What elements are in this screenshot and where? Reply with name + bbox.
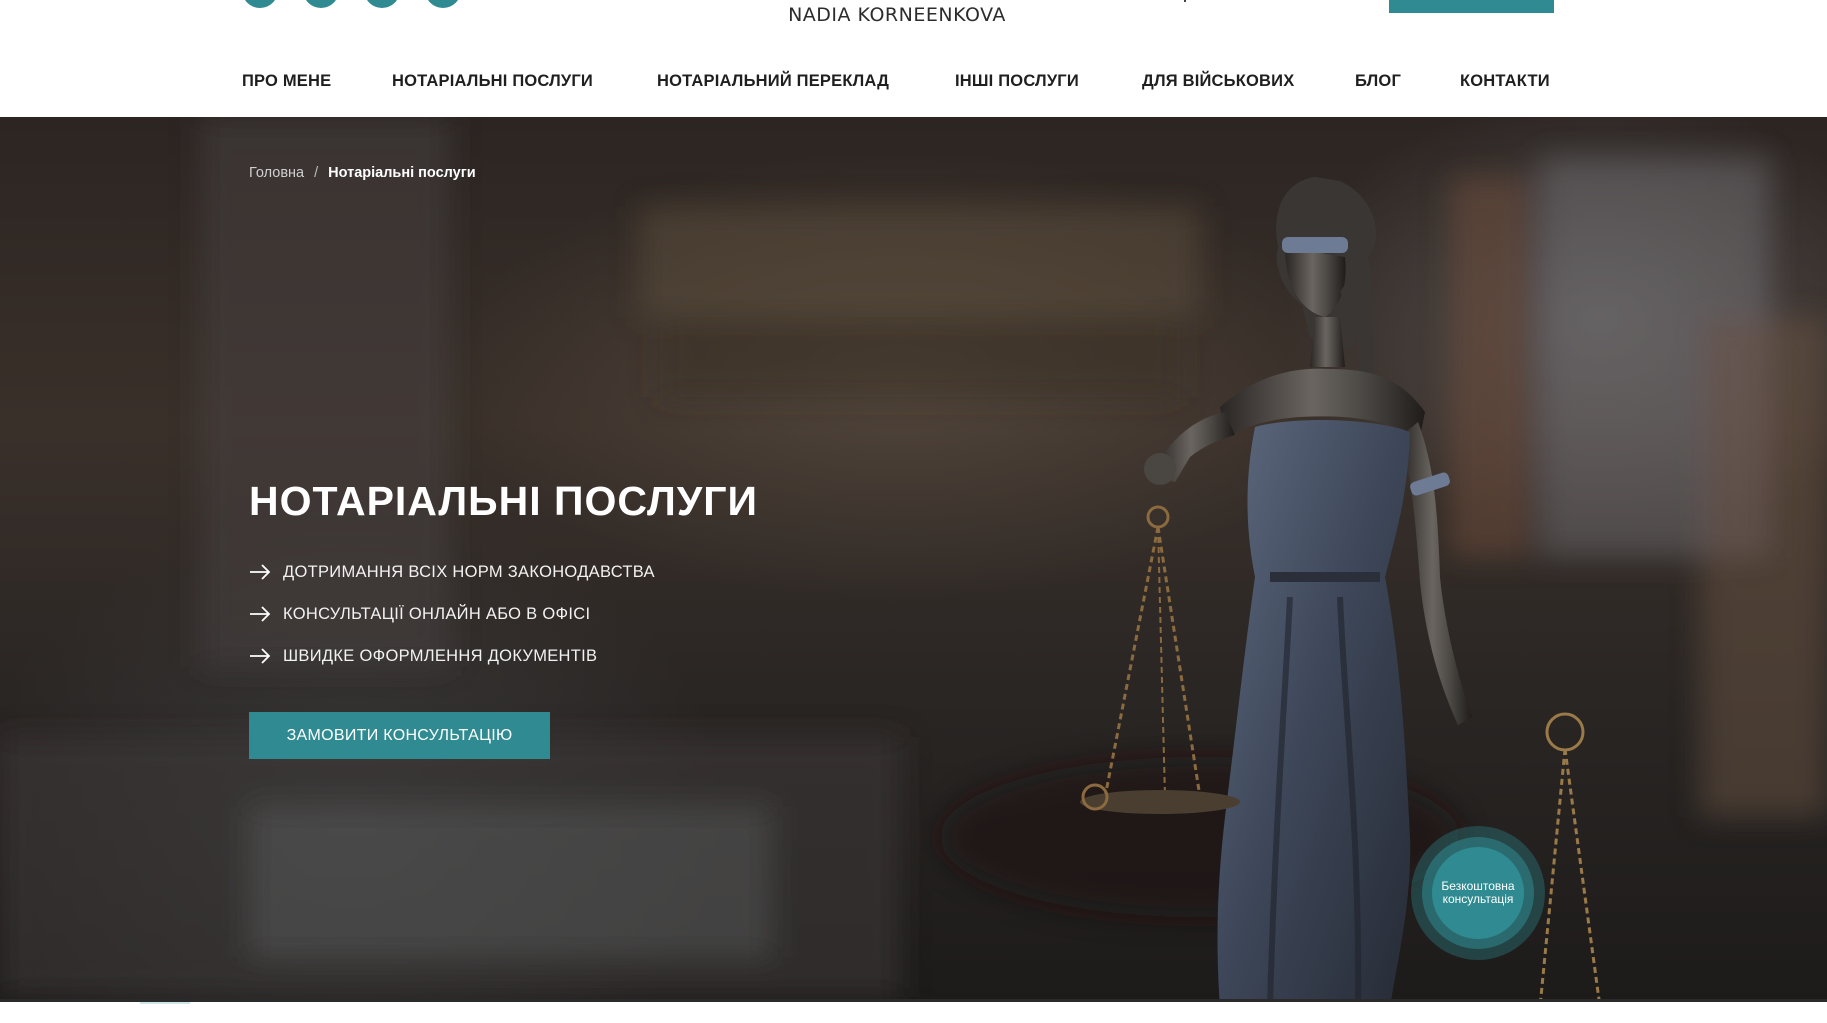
feature-text: ШВИДКЕ ОФОРМЛЕННЯ ДОКУМЕНТІВ	[283, 646, 598, 665]
arrow-right-icon	[250, 564, 271, 580]
feature-item: ДОТРИМАННЯ ВСІХ НОРМ ЗАКОНОДАВСТВА	[249, 551, 655, 593]
nav-item-about[interactable]: ПРО МЕНЕ	[242, 72, 331, 91]
arrow-right-icon	[250, 648, 271, 664]
nav-item-notary-services[interactable]: НОТАРІАЛЬНІ ПОСЛУГИ	[392, 72, 593, 91]
feature-list: ДОТРИМАННЯ ВСІХ НОРМ ЗАКОНОДАВСТВА КОНСУ…	[249, 551, 655, 677]
feature-text: КОНСУЛЬТАЦІЇ ОНЛАЙН АБО В ОФІСІ	[283, 604, 591, 623]
social-icon[interactable]	[303, 0, 339, 8]
section-divider	[0, 999, 1827, 1002]
feature-item: ШВИДКЕ ОФОРМЛЕННЯ ДОКУМЕНТІВ	[249, 635, 655, 677]
badge-text-line2: консультація	[1442, 892, 1514, 906]
lady-justice-statue-image	[1080, 177, 1601, 999]
nav-item-contacts[interactable]: КОНТАКТИ	[1460, 72, 1550, 91]
badge-inner: Безкоштовна консультація	[1432, 847, 1524, 939]
feature-text: ДОТРИМАННЯ ВСІХ НОРМ ЗАКОНОДАВСТВА	[283, 562, 655, 581]
divider-accent	[140, 1002, 190, 1004]
social-icon[interactable]	[425, 0, 461, 8]
social-icon[interactable]	[242, 0, 278, 8]
nav-item-notary-translation[interactable]: НОТАРІАЛЬНИЙ ПЕРЕКЛАД	[657, 72, 889, 91]
site-logo[interactable]: NADIA KORNEENKOVA	[772, 4, 1022, 26]
hero-section: Головна / Нотаріальні послуги НОТАРІАЛЬН…	[0, 117, 1827, 999]
nav-item-military[interactable]: ДЛЯ ВІЙСЬКОВИХ	[1142, 72, 1294, 91]
feature-item: КОНСУЛЬТАЦІЇ ОНЛАЙН АБО В ОФІСІ	[249, 593, 655, 635]
main-nav: ПРО МЕНЕ НОТАРІАЛЬНІ ПОСЛУГИ НОТАРІАЛЬНИ…	[0, 72, 1827, 96]
nav-item-other-services[interactable]: ІНШІ ПОСЛУГИ	[955, 72, 1079, 91]
breadcrumb-separator: /	[314, 165, 319, 181]
social-links	[242, 0, 461, 8]
social-icon[interactable]	[364, 0, 400, 8]
breadcrumb-home-link[interactable]: Головна	[249, 165, 304, 181]
order-consultation-button[interactable]: ЗАМОВИТИ КОНСУЛЬТАЦІЮ	[249, 712, 550, 759]
free-consultation-badge[interactable]: Безкоштовна консультація	[1411, 826, 1545, 960]
page-title: НОТАРІАЛЬНІ ПОСЛУГИ	[249, 478, 758, 524]
breadcrumb-current: Нотаріальні послуги	[328, 165, 476, 181]
badge-ring: Безкоштовна консультація	[1422, 837, 1534, 949]
phone-icon[interactable]	[1178, 0, 1186, 2]
breadcrumb: Головна / Нотаріальні послуги	[249, 165, 476, 181]
site-header: NADIA KORNEENKOVA ПРО МЕНЕ НОТАРІАЛЬНІ П…	[0, 0, 1827, 117]
header-cta-button[interactable]	[1389, 0, 1554, 13]
arrow-right-icon	[250, 606, 271, 622]
nav-item-blog[interactable]: БЛОГ	[1355, 72, 1401, 91]
